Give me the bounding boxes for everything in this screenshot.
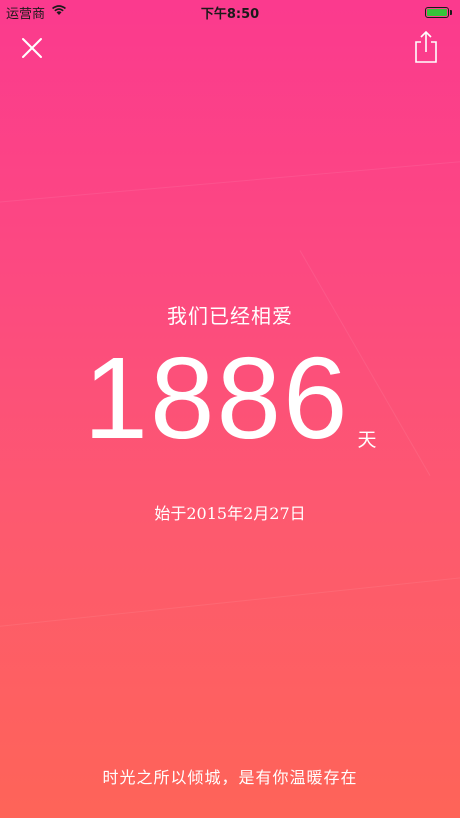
close-icon <box>22 38 42 58</box>
footer-quote: 时光之所以倾城，是有你温暖存在 <box>102 768 358 787</box>
share-icon <box>415 30 437 63</box>
wifi-icon <box>51 4 67 20</box>
battery-indicator <box>425 6 460 18</box>
background-stripe <box>0 156 460 206</box>
since-date: 始于2015年2月27日 <box>154 504 306 523</box>
days-count: 1886 <box>83 333 350 463</box>
days-counter: 1886 天 <box>0 340 460 456</box>
share-button[interactable] <box>412 30 440 64</box>
battery-tip <box>450 9 452 15</box>
battery-fill <box>427 8 447 16</box>
days-unit: 天 <box>357 429 377 451</box>
status-left: 运营商 <box>0 3 67 22</box>
background-stripe <box>0 571 460 631</box>
carrier-label: 运营商 <box>6 6 46 22</box>
status-time: 下午8:50 <box>200 6 260 22</box>
love-headline: 我们已经相爱 <box>167 304 293 328</box>
battery-icon <box>425 6 449 18</box>
close-button[interactable] <box>18 34 46 62</box>
status-bar: 运营商 下午8:50 <box>0 0 460 24</box>
